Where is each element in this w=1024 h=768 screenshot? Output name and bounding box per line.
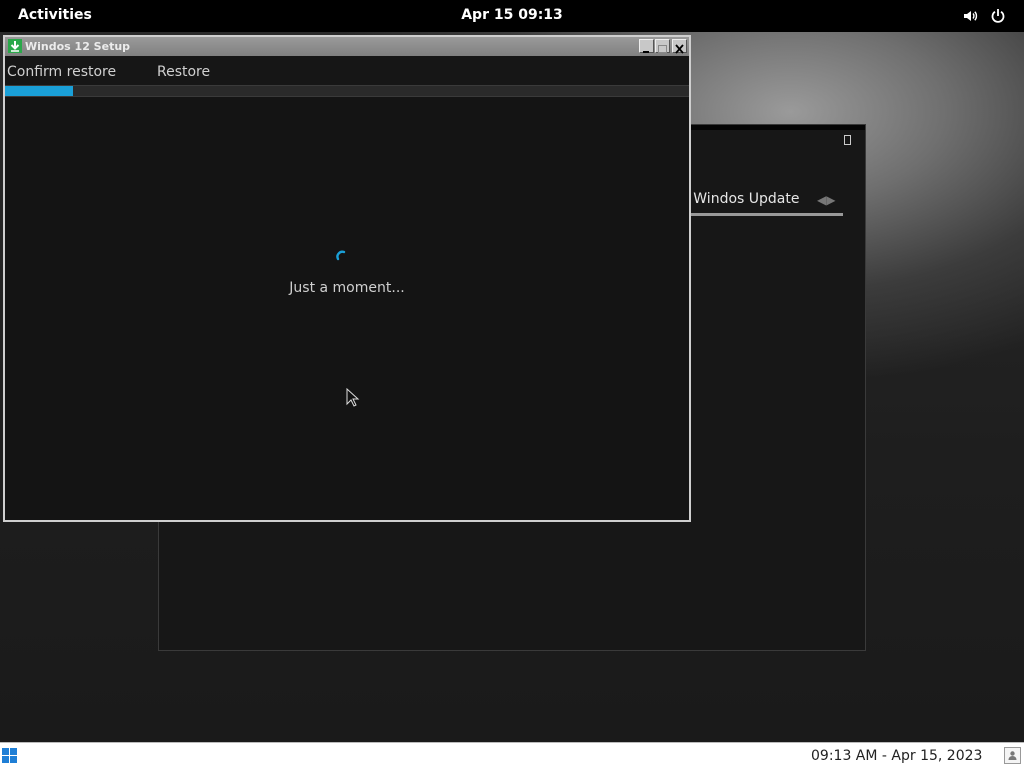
start-button[interactable] <box>2 748 18 764</box>
top-clock[interactable]: Apr 15 09:13 <box>461 7 563 23</box>
taskbar-clock[interactable]: 09:13 AM - Apr 15, 2023 <box>811 748 982 764</box>
setup-steps: Confirm restore Restore <box>5 56 689 86</box>
tab-underline <box>689 213 843 216</box>
clock-container: Apr 15 09:13 <box>0 7 1024 23</box>
start-logo-tile <box>2 756 9 763</box>
background-window-close-icon[interactable] <box>844 135 851 145</box>
setup-progress-bar <box>5 85 689 97</box>
minimize-button[interactable] <box>639 39 654 53</box>
setup-title: Windos 12 Setup <box>25 40 131 53</box>
status-text: Just a moment... <box>289 280 405 296</box>
download-arrow-icon <box>8 39 22 53</box>
start-logo-tile <box>2 748 9 755</box>
close-icon <box>675 44 684 54</box>
loading-spinner-icon <box>336 250 346 261</box>
top-bar: Activities Apr 15 09:13 <box>0 0 1024 32</box>
setup-titlebar[interactable]: Windos 12 Setup <box>5 37 689 56</box>
activities-button[interactable]: Activities <box>18 7 92 23</box>
step-confirm-restore: Confirm restore <box>7 64 117 80</box>
power-icon[interactable] <box>990 8 1006 24</box>
tab-scroll-left-icon[interactable]: ◀ <box>817 193 826 207</box>
tab-scroll-right-icon[interactable]: ▶ <box>826 193 835 207</box>
start-logo-tile <box>10 756 17 763</box>
mouse-cursor-icon <box>346 388 360 407</box>
maximize-button[interactable] <box>655 39 670 53</box>
user-icon <box>1008 751 1017 760</box>
volume-icon[interactable] <box>962 8 978 24</box>
tab-scroll-arrows[interactable]: ◀▶ <box>817 193 835 207</box>
close-button[interactable] <box>672 39 687 54</box>
step-restore: Restore <box>157 64 211 80</box>
start-logo-tile <box>10 748 17 755</box>
taskbar: 09:13 AM - Apr 15, 2023 <box>0 742 1024 768</box>
notification-button[interactable] <box>1004 747 1021 764</box>
minimize-icon <box>643 51 649 53</box>
tab-windos-update[interactable]: Windos Update <box>693 191 799 207</box>
maximize-icon <box>658 45 667 53</box>
setup-progress-fill <box>5 86 74 96</box>
setup-window[interactable]: Windos 12 Setup Confirm restore Restore … <box>3 35 691 522</box>
